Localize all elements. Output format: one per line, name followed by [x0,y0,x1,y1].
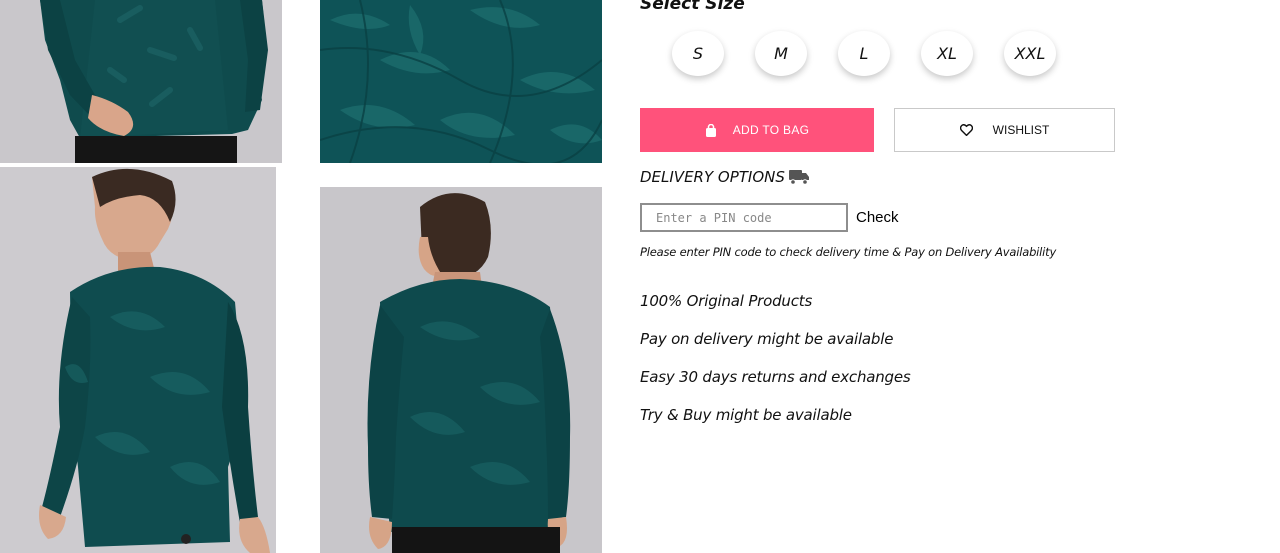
size-option-xxl[interactable]: XXL [1004,31,1056,76]
add-to-bag-button[interactable]: ADD TO BAG [640,108,874,152]
select-size-title: Select Size [640,0,745,14]
feature-try-and-buy: Try & Buy might be available [640,406,852,424]
feature-original-products: 100% Original Products [640,292,813,310]
pin-code-note: Please enter PIN code to check delivery … [640,245,1057,259]
pin-code-input[interactable] [640,203,848,232]
size-option-m[interactable]: M [755,31,807,76]
delivery-options-title: DELIVERY OPTIONS [640,168,810,186]
size-option-xl[interactable]: XL [921,31,973,76]
feature-easy-returns: Easy 30 days returns and exchanges [640,368,911,386]
wishlist-button[interactable]: WISHLIST [894,108,1115,152]
product-image-front-crop[interactable] [0,0,282,163]
check-pin-button[interactable]: Check [856,209,899,226]
size-option-s[interactable]: S [672,31,724,76]
shopping-bag-icon [705,123,717,137]
delivery-options-label: DELIVERY OPTIONS [640,168,785,186]
heart-icon [959,124,973,136]
truck-icon [788,169,810,185]
add-to-bag-label: ADD TO BAG [732,123,810,137]
wishlist-label: WISHLIST [992,123,1050,137]
product-image-side-view[interactable] [0,167,276,553]
product-image-fabric-closeup[interactable] [320,0,602,163]
product-image-back-view[interactable] [320,187,602,553]
size-option-l[interactable]: L [838,31,890,76]
feature-pay-on-delivery: Pay on delivery might be available [640,330,894,348]
